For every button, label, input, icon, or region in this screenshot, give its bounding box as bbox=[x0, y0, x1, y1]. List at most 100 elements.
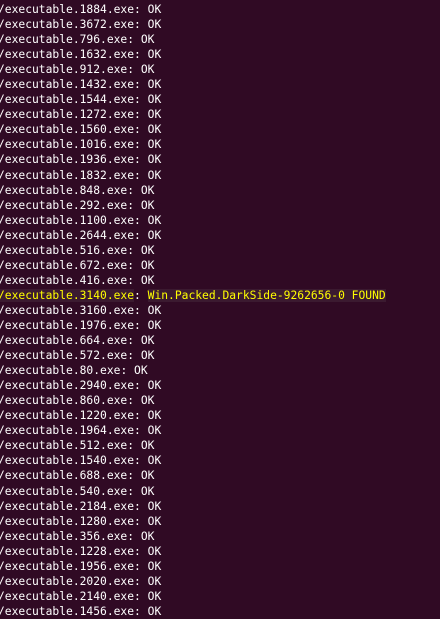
scan-result-line: /executable.3672.exe: OK bbox=[0, 17, 440, 32]
separator: : bbox=[134, 18, 148, 32]
ok-status: OK bbox=[147, 424, 162, 438]
file-path: /executable.572.exe bbox=[0, 349, 128, 363]
ok-status: OK bbox=[147, 18, 162, 32]
file-path: /executable.2140.exe bbox=[0, 589, 135, 603]
scan-result-line: /executable.1560.exe: OK bbox=[0, 122, 440, 137]
ok-status: OK bbox=[147, 138, 162, 152]
file-path: /executable.512.exe bbox=[0, 439, 128, 453]
separator: : bbox=[127, 439, 141, 453]
scan-result-line: /executable.540.exe: OK bbox=[0, 484, 440, 499]
separator: : bbox=[134, 3, 148, 16]
scan-result-line: /executable.3160.exe: OK bbox=[0, 303, 440, 318]
separator: : bbox=[127, 349, 141, 363]
detection-status: Win.Packed.DarkSide-9262656-0 FOUND bbox=[147, 288, 386, 302]
scan-result-line: /executable.1540.exe: OK bbox=[0, 453, 440, 468]
ok-status: OK bbox=[147, 514, 162, 528]
separator: : bbox=[134, 78, 148, 92]
file-path: /executable.516.exe bbox=[0, 243, 128, 257]
scan-result-line: /executable.80.exe: OK bbox=[0, 363, 440, 378]
scan-result-line: /executable.848.exe: OK bbox=[0, 183, 440, 198]
file-path: /executable.3140.exe bbox=[0, 288, 135, 302]
scan-result-line: /executable.356.exe: OK bbox=[0, 529, 440, 544]
ok-status: OK bbox=[147, 108, 162, 122]
scan-result-line: /executable.1220.exe: OK bbox=[0, 408, 440, 423]
file-path: /executable.3672.exe bbox=[0, 18, 135, 32]
file-path: /executable.1884.exe bbox=[0, 3, 135, 16]
separator: : bbox=[134, 48, 148, 62]
scan-result-line: /executable.1964.exe: OK bbox=[0, 423, 440, 438]
ok-status: OK bbox=[140, 334, 155, 348]
scan-result-line: /executable.1456.exe: OK bbox=[0, 604, 440, 619]
separator: : bbox=[134, 589, 148, 603]
file-path: /executable.3160.exe bbox=[0, 303, 135, 317]
ok-status: OK bbox=[147, 574, 162, 588]
ok-status: OK bbox=[147, 499, 162, 513]
ok-status: OK bbox=[140, 63, 155, 77]
separator: : bbox=[134, 379, 148, 393]
separator: : bbox=[134, 213, 148, 227]
file-path: /executable.1964.exe bbox=[0, 424, 135, 438]
scan-result-line: /executable.1976.exe: OK bbox=[0, 318, 440, 333]
ok-status: OK bbox=[140, 349, 155, 363]
ok-status: OK bbox=[147, 379, 162, 393]
file-path: /executable.1456.exe bbox=[0, 604, 135, 618]
scan-result-line: /executable.2140.exe: OK bbox=[0, 589, 440, 604]
scan-result-line: /executable.912.exe: OK bbox=[0, 62, 440, 77]
ok-status: OK bbox=[147, 318, 162, 332]
ok-status: OK bbox=[147, 48, 162, 62]
separator: : bbox=[127, 243, 141, 257]
separator: : bbox=[134, 108, 148, 122]
separator: : bbox=[127, 334, 141, 348]
scan-result-line: /executable.664.exe: OK bbox=[0, 333, 440, 348]
file-path: /executable.1936.exe bbox=[0, 153, 135, 167]
file-path: /executable.1976.exe bbox=[0, 318, 135, 332]
ok-status: OK bbox=[147, 123, 162, 137]
ok-status: OK bbox=[140, 243, 155, 257]
ok-status: OK bbox=[140, 484, 155, 498]
file-path: /executable.2644.exe bbox=[0, 228, 135, 242]
file-path: /executable.672.exe bbox=[0, 258, 128, 272]
separator: : bbox=[134, 544, 148, 558]
ok-status: OK bbox=[140, 529, 155, 543]
separator: : bbox=[134, 318, 148, 332]
scan-result-line: /executable.1016.exe: OK bbox=[0, 137, 440, 152]
file-path: /executable.848.exe bbox=[0, 183, 128, 197]
scan-result-line-found: /executable.3140.exe: Win.Packed.DarkSid… bbox=[0, 288, 440, 303]
separator: : bbox=[127, 198, 141, 212]
separator: : bbox=[127, 484, 141, 498]
ok-status: OK bbox=[147, 3, 162, 16]
scan-result-line: /executable.1280.exe: OK bbox=[0, 514, 440, 529]
ok-status: OK bbox=[140, 469, 155, 483]
terminal-output[interactable]: /executable.1884.exe: OK/executable.3672… bbox=[0, 0, 440, 619]
file-path: /executable.1272.exe bbox=[0, 108, 135, 122]
file-path: /executable.1956.exe bbox=[0, 559, 135, 573]
scan-result-line: /executable.1228.exe: OK bbox=[0, 544, 440, 559]
scan-result-line: /executable.796.exe: OK bbox=[0, 32, 440, 47]
file-path: /executable.540.exe bbox=[0, 484, 128, 498]
file-path: /executable.1540.exe bbox=[0, 454, 135, 468]
separator: : bbox=[134, 123, 148, 137]
separator: : bbox=[134, 288, 148, 302]
ok-status: OK bbox=[147, 228, 162, 242]
ok-status: OK bbox=[140, 258, 155, 272]
separator: : bbox=[127, 394, 141, 408]
file-path: /executable.356.exe bbox=[0, 529, 128, 543]
scan-result-line: /executable.2940.exe: OK bbox=[0, 378, 440, 393]
ok-status: OK bbox=[140, 394, 155, 408]
scan-result-line: /executable.2644.exe: OK bbox=[0, 228, 440, 243]
ok-status: OK bbox=[147, 78, 162, 92]
separator: : bbox=[134, 499, 148, 513]
scan-result-line: /executable.1100.exe: OK bbox=[0, 213, 440, 228]
separator: : bbox=[127, 183, 141, 197]
file-path: /executable.796.exe bbox=[0, 33, 128, 47]
ok-status: OK bbox=[147, 604, 162, 618]
separator: : bbox=[120, 364, 135, 378]
file-path: /executable.1832.exe bbox=[0, 168, 135, 182]
scan-result-line: /executable.2020.exe: OK bbox=[0, 574, 440, 589]
scan-result-line: /executable.416.exe: OK bbox=[0, 273, 440, 288]
scan-result-line: /executable.860.exe: OK bbox=[0, 393, 440, 408]
file-path: /executable.2940.exe bbox=[0, 379, 135, 393]
file-path: /executable.1544.exe bbox=[0, 93, 135, 107]
separator: : bbox=[134, 168, 148, 182]
file-path: /executable.1632.exe bbox=[0, 48, 135, 62]
